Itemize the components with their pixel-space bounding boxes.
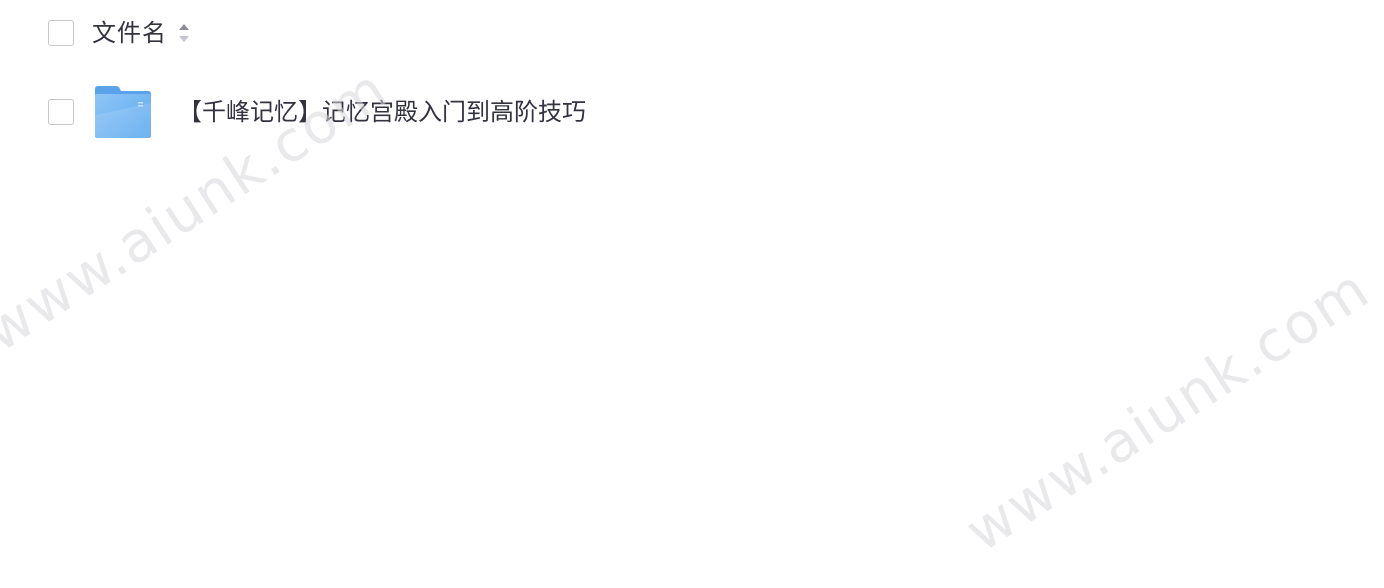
folder-icon <box>95 86 151 138</box>
list-item[interactable]: 【千峰记忆】记忆宫殿入门到高阶技巧 <box>48 84 586 140</box>
watermark-text: www.aiunk.com <box>954 256 1382 565</box>
sort-icon[interactable] <box>177 20 191 46</box>
file-checkbox[interactable] <box>48 99 74 125</box>
file-list-header: 文件名 <box>48 17 191 49</box>
column-header-filename[interactable]: 文件名 <box>92 17 167 49</box>
select-all-checkbox[interactable] <box>48 20 74 46</box>
file-list-page: 文件名 【千峰记忆】记忆宫殿入门到高阶技巧 www.aiunk.com www.… <box>0 0 1384 588</box>
file-name-link[interactable]: 【千峰记忆】记忆宫殿入门到高阶技巧 <box>178 96 586 128</box>
